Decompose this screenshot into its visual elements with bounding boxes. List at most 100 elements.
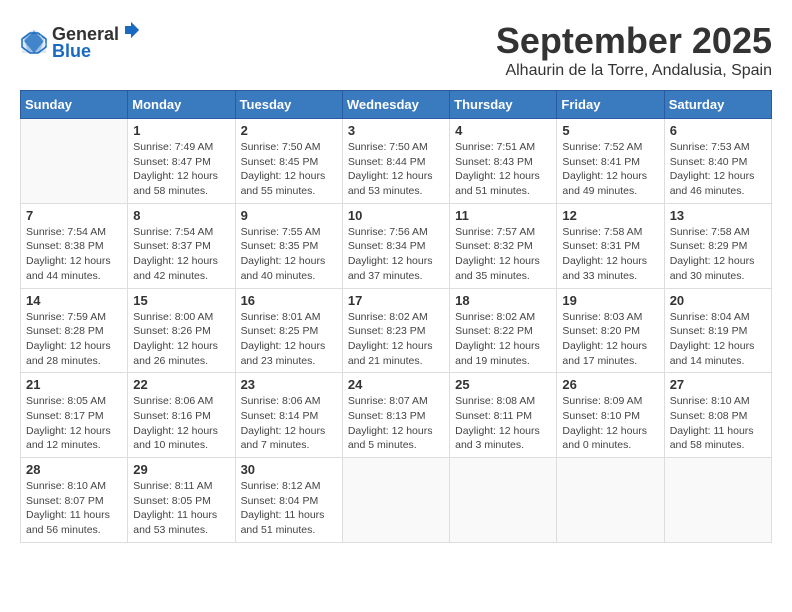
day-number: 3 [348,123,444,138]
calendar-cell [664,458,771,543]
calendar-cell: 7 Sunrise: 7:54 AM Sunset: 8:38 PM Dayli… [21,203,128,288]
day-number: 5 [562,123,658,138]
day-info: Sunrise: 7:52 AM Sunset: 8:41 PM Dayligh… [562,140,658,199]
sunrise-text: Sunrise: 8:06 AM [133,394,229,409]
day-info: Sunrise: 7:54 AM Sunset: 8:37 PM Dayligh… [133,225,229,284]
daylight-text: Daylight: 12 hours and 33 minutes. [562,254,658,283]
day-number: 20 [670,293,766,308]
sunset-text: Sunset: 8:22 PM [455,324,551,339]
daylight-text: Daylight: 12 hours and 46 minutes. [670,169,766,198]
sunrise-text: Sunrise: 8:03 AM [562,310,658,325]
sunrise-text: Sunrise: 7:56 AM [348,225,444,240]
logo-arrow-icon [121,20,141,40]
day-number: 22 [133,377,229,392]
day-number: 23 [241,377,337,392]
daylight-text: Daylight: 12 hours and 21 minutes. [348,339,444,368]
calendar-cell: 19 Sunrise: 8:03 AM Sunset: 8:20 PM Dayl… [557,288,664,373]
daylight-text: Daylight: 12 hours and 58 minutes. [133,169,229,198]
sunset-text: Sunset: 8:14 PM [241,409,337,424]
calendar-cell: 17 Sunrise: 8:02 AM Sunset: 8:23 PM Dayl… [342,288,449,373]
sunrise-text: Sunrise: 8:00 AM [133,310,229,325]
daylight-text: Daylight: 12 hours and 0 minutes. [562,424,658,453]
daylight-text: Daylight: 11 hours and 51 minutes. [241,508,337,537]
location-title: Alhaurin de la Torre, Andalusia, Spain [496,62,772,80]
calendar-cell: 2 Sunrise: 7:50 AM Sunset: 8:45 PM Dayli… [235,119,342,204]
day-info: Sunrise: 7:51 AM Sunset: 8:43 PM Dayligh… [455,140,551,199]
day-number: 26 [562,377,658,392]
sunrise-text: Sunrise: 7:50 AM [241,140,337,155]
daylight-text: Daylight: 12 hours and 42 minutes. [133,254,229,283]
sunrise-text: Sunrise: 8:05 AM [26,394,122,409]
sunset-text: Sunset: 8:28 PM [26,324,122,339]
logo-text: General Blue [52,20,141,62]
day-info: Sunrise: 8:05 AM Sunset: 8:17 PM Dayligh… [26,394,122,453]
day-info: Sunrise: 7:58 AM Sunset: 8:29 PM Dayligh… [670,225,766,284]
calendar-cell: 8 Sunrise: 7:54 AM Sunset: 8:37 PM Dayli… [128,203,235,288]
day-info: Sunrise: 8:00 AM Sunset: 8:26 PM Dayligh… [133,310,229,369]
day-info: Sunrise: 7:50 AM Sunset: 8:45 PM Dayligh… [241,140,337,199]
daylight-text: Daylight: 12 hours and 3 minutes. [455,424,551,453]
weekday-header-wednesday: Wednesday [342,91,449,119]
day-number: 21 [26,377,122,392]
day-number: 6 [670,123,766,138]
day-info: Sunrise: 8:09 AM Sunset: 8:10 PM Dayligh… [562,394,658,453]
daylight-text: Daylight: 12 hours and 40 minutes. [241,254,337,283]
sunrise-text: Sunrise: 7:50 AM [348,140,444,155]
calendar-body: 1 Sunrise: 7:49 AM Sunset: 8:47 PM Dayli… [21,119,772,543]
sunset-text: Sunset: 8:47 PM [133,155,229,170]
sunset-text: Sunset: 8:11 PM [455,409,551,424]
sunrise-text: Sunrise: 7:51 AM [455,140,551,155]
day-number: 27 [670,377,766,392]
calendar-cell: 15 Sunrise: 8:00 AM Sunset: 8:26 PM Dayl… [128,288,235,373]
sunrise-text: Sunrise: 8:08 AM [455,394,551,409]
calendar-cell: 14 Sunrise: 7:59 AM Sunset: 8:28 PM Dayl… [21,288,128,373]
sunrise-text: Sunrise: 7:58 AM [562,225,658,240]
day-number: 9 [241,208,337,223]
day-info: Sunrise: 8:11 AM Sunset: 8:05 PM Dayligh… [133,479,229,538]
sunset-text: Sunset: 8:16 PM [133,409,229,424]
daylight-text: Daylight: 12 hours and 19 minutes. [455,339,551,368]
sunrise-text: Sunrise: 7:57 AM [455,225,551,240]
weekday-header-monday: Monday [128,91,235,119]
day-number: 14 [26,293,122,308]
daylight-text: Daylight: 11 hours and 53 minutes. [133,508,229,537]
sunset-text: Sunset: 8:19 PM [670,324,766,339]
sunrise-text: Sunrise: 8:06 AM [241,394,337,409]
calendar-cell: 29 Sunrise: 8:11 AM Sunset: 8:05 PM Dayl… [128,458,235,543]
day-info: Sunrise: 8:04 AM Sunset: 8:19 PM Dayligh… [670,310,766,369]
sunset-text: Sunset: 8:37 PM [133,239,229,254]
sunset-text: Sunset: 8:08 PM [670,409,766,424]
daylight-text: Daylight: 12 hours and 44 minutes. [26,254,122,283]
calendar-cell [21,119,128,204]
daylight-text: Daylight: 12 hours and 10 minutes. [133,424,229,453]
sunset-text: Sunset: 8:17 PM [26,409,122,424]
day-info: Sunrise: 7:58 AM Sunset: 8:31 PM Dayligh… [562,225,658,284]
daylight-text: Daylight: 12 hours and 7 minutes. [241,424,337,453]
weekday-header-saturday: Saturday [664,91,771,119]
daylight-text: Daylight: 12 hours and 17 minutes. [562,339,658,368]
calendar-cell: 11 Sunrise: 7:57 AM Sunset: 8:32 PM Dayl… [450,203,557,288]
sunrise-text: Sunrise: 8:11 AM [133,479,229,494]
sunset-text: Sunset: 8:41 PM [562,155,658,170]
sunset-text: Sunset: 8:43 PM [455,155,551,170]
calendar-table: SundayMondayTuesdayWednesdayThursdayFrid… [20,90,772,543]
sunset-text: Sunset: 8:38 PM [26,239,122,254]
calendar-cell: 1 Sunrise: 7:49 AM Sunset: 8:47 PM Dayli… [128,119,235,204]
daylight-text: Daylight: 11 hours and 58 minutes. [670,424,766,453]
calendar-cell: 22 Sunrise: 8:06 AM Sunset: 8:16 PM Dayl… [128,373,235,458]
day-info: Sunrise: 8:08 AM Sunset: 8:11 PM Dayligh… [455,394,551,453]
day-info: Sunrise: 8:02 AM Sunset: 8:22 PM Dayligh… [455,310,551,369]
day-number: 16 [241,293,337,308]
calendar-cell [557,458,664,543]
day-info: Sunrise: 7:50 AM Sunset: 8:44 PM Dayligh… [348,140,444,199]
day-info: Sunrise: 7:54 AM Sunset: 8:38 PM Dayligh… [26,225,122,284]
logo-icon [20,27,48,55]
weekday-header-sunday: Sunday [21,91,128,119]
sunrise-text: Sunrise: 7:49 AM [133,140,229,155]
sunrise-text: Sunrise: 8:01 AM [241,310,337,325]
day-info: Sunrise: 8:10 AM Sunset: 8:07 PM Dayligh… [26,479,122,538]
daylight-text: Daylight: 12 hours and 55 minutes. [241,169,337,198]
day-number: 12 [562,208,658,223]
sunset-text: Sunset: 8:10 PM [562,409,658,424]
calendar-week-row: 21 Sunrise: 8:05 AM Sunset: 8:17 PM Dayl… [21,373,772,458]
